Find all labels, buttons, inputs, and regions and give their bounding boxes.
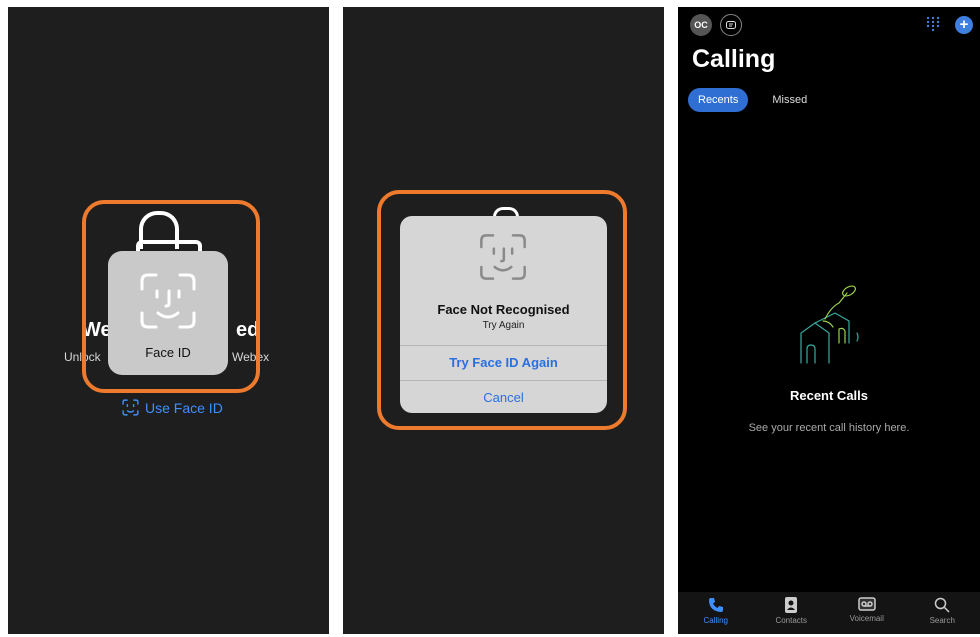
tab-missed[interactable]: Missed: [762, 88, 817, 112]
highlight-box: [377, 190, 627, 430]
empty-state-title: Recent Calls: [789, 388, 869, 403]
tab-recents[interactable]: Recents: [688, 88, 749, 112]
message-icon: [726, 20, 736, 29]
recent-calls-illustration-icon: [800, 285, 859, 364]
page-title: Calling: [692, 45, 776, 73]
new-call-button[interactable]: +: [955, 16, 973, 34]
use-face-id-label: Use Face ID: [145, 399, 223, 416]
calling-tabs: Recents Missed: [688, 88, 817, 112]
avatar[interactable]: OC: [690, 14, 712, 36]
face-not-recognised-screen: Face Not Recognised Try Again Try Face I…: [343, 7, 664, 634]
nav-calling-label: Calling: [703, 616, 728, 625]
empty-state-subtitle: See your recent call history here.: [748, 422, 910, 434]
highlight-box: [82, 200, 260, 393]
nav-contacts[interactable]: Contacts: [761, 597, 821, 625]
calling-screen: OC + Calling Recents Missed Recent Calls…: [678, 7, 980, 634]
nav-calling[interactable]: Calling: [686, 597, 746, 625]
bottom-nav: Calling Contacts Voicemail Search: [678, 592, 980, 634]
nav-search-label: Search: [929, 616, 955, 625]
nav-voicemail-label: Voicemail: [849, 614, 884, 623]
nav-search[interactable]: Search: [912, 597, 972, 625]
dialpad-icon[interactable]: [926, 16, 940, 32]
face-id-small-icon: [122, 399, 139, 416]
voicemail-icon: [858, 597, 876, 611]
face-id-lock-screen: We ed Unlock Webex Face ID Use Face ID: [8, 7, 329, 634]
phone-icon: [708, 598, 723, 612]
nav-voicemail[interactable]: Voicemail: [837, 597, 897, 623]
messages-button[interactable]: [720, 14, 742, 36]
search-icon: [935, 597, 950, 613]
nav-contacts-label: Contacts: [775, 616, 808, 625]
top-bar: OC: [690, 14, 742, 36]
use-face-id-button[interactable]: Use Face ID: [122, 399, 223, 416]
contacts-icon: [785, 597, 798, 613]
